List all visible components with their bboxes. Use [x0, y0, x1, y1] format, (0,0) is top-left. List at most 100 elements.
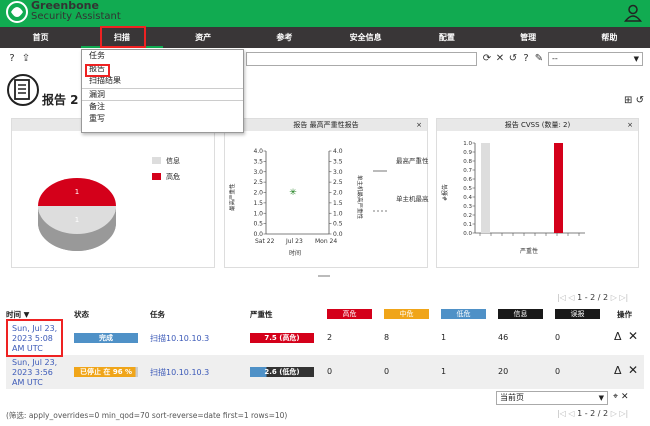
task-link[interactable]: 扫描10.10.10.3	[150, 367, 209, 378]
y-tick: 0.0	[463, 231, 472, 237]
panel-header: 报告 CVSS (数量: 2) ×	[437, 119, 638, 131]
nav-item-administration[interactable]: 管理	[488, 27, 569, 48]
column-header-log[interactable]: 信息	[498, 309, 543, 319]
last-page-icon[interactable]: ▷|	[619, 293, 628, 302]
nav-item-assets[interactable]: 资产	[163, 27, 244, 48]
y-tick-right: 3.0	[333, 169, 343, 176]
legend-label-max-host-severity: 单主机最高严重性	[396, 194, 429, 203]
delete-icon[interactable]: ✕	[628, 329, 638, 343]
user-icon[interactable]	[624, 4, 642, 22]
nav-item-secinfo[interactable]: 安全信息	[325, 27, 406, 48]
last-page-icon[interactable]: ▷|	[619, 409, 628, 418]
y-tick-right: 2.0	[333, 190, 343, 197]
delta-icon[interactable]: Δ	[614, 364, 622, 377]
menu-item-tasks[interactable]: 任务	[82, 50, 243, 63]
y-tick: 0.6	[463, 177, 472, 183]
panel-title: 报告 CVSS (数量: 2)	[504, 121, 571, 129]
y-axis-label-left: 最高严重性	[228, 183, 236, 211]
reset-dashboard-icon[interactable]: ↺	[636, 95, 644, 106]
nav-item-help[interactable]: 帮助	[569, 27, 650, 48]
brand: Greenbone Security Assistant	[31, 0, 121, 22]
count-low: 1	[441, 333, 447, 342]
next-page-icon[interactable]: ▷	[611, 409, 617, 418]
count-false-positive: 0	[555, 367, 561, 376]
app-header: Greenbone Security Assistant	[0, 0, 650, 27]
pie-chart: 1 1 信息 高危	[38, 156, 180, 251]
y-tick-left: 3.5	[253, 158, 263, 165]
first-page-icon[interactable]: |◁	[557, 293, 566, 302]
refresh-filter-icon[interactable]: ⟳	[481, 53, 493, 65]
nav-item-resilience[interactable]: 参考	[244, 27, 325, 48]
column-header-high[interactable]: 高危	[327, 309, 372, 319]
delete-icon[interactable]: ✕	[628, 363, 638, 377]
column-header-low[interactable]: 低危	[441, 309, 486, 319]
count-high: 2	[327, 333, 333, 342]
edit-filter-icon[interactable]: ✎	[533, 53, 545, 65]
close-icon[interactable]: ×	[416, 119, 422, 131]
menu-item-vulnerabilities[interactable]: 漏洞	[82, 87, 243, 101]
page-title: 报告 2	[42, 93, 79, 107]
menu-item-notes[interactable]: 备注	[82, 100, 243, 113]
y-axis-label: #报告	[441, 184, 449, 201]
filter-help-icon[interactable]: ?	[520, 53, 532, 65]
column-header-actions: 操作	[617, 310, 632, 319]
severity-bar: 7.5 (高危)	[250, 333, 314, 343]
y-tick-left: 4.0	[253, 148, 263, 155]
column-header-medium[interactable]: 中危	[384, 309, 429, 319]
task-link[interactable]: 扫描10.10.10.3	[150, 333, 209, 344]
legend-swatch-log	[152, 157, 161, 164]
upload-icon[interactable]: ⇪	[20, 53, 32, 65]
nav-item-configuration[interactable]: 配置	[406, 27, 487, 48]
y-tick: 0.5	[463, 186, 472, 192]
clear-filter-icon[interactable]: ✕	[494, 53, 506, 65]
legend-swatch-high	[152, 173, 161, 180]
y-tick: 0.4	[463, 195, 472, 201]
help-icon[interactable]: ?	[6, 53, 18, 65]
legend-label-max-severity: 最高严重性	[396, 156, 429, 165]
pie-label-log: 1	[75, 216, 79, 224]
report-date-link[interactable]: Sun, Jul 23, 2023 3:56 AM UTC	[12, 358, 67, 388]
column-header-severity[interactable]: 严重性	[250, 309, 273, 320]
next-page-icon[interactable]: ▷	[611, 293, 617, 302]
page-count: 1 - 2 / 2	[577, 293, 609, 302]
chevron-down-icon: ▼	[598, 394, 604, 402]
delete-icon[interactable]: ✕	[621, 392, 629, 402]
pagination-bottom: |◁ ◁ 1 - 2 / 2 ▷ ▷|	[557, 409, 628, 418]
dashboard-resize-handle[interactable]	[318, 275, 330, 277]
filter-select[interactable]: -- ▼	[548, 52, 643, 66]
reset-filter-icon[interactable]: ↺	[507, 53, 519, 65]
y-tick-left: 2.5	[253, 179, 263, 186]
add-dashboard-icon[interactable]: ⊞	[624, 95, 632, 106]
title-tools: ⊞ ↺	[624, 95, 644, 106]
y-tick: 0.3	[463, 204, 472, 210]
y-tick: 0.9	[463, 150, 472, 156]
panel-report-pie: 报告 × 1 1 信息 高危	[11, 118, 215, 268]
filter-input[interactable]	[246, 52, 477, 66]
delta-icon[interactable]: Δ	[614, 330, 622, 343]
bulk-icons: ⌖ ✕	[613, 392, 629, 402]
y-tick-right: 2.5	[333, 179, 343, 186]
column-header-false-positive[interactable]: 误报	[555, 309, 600, 319]
legend-label-log: 信息	[166, 156, 180, 165]
column-header-status[interactable]: 状态	[74, 309, 89, 320]
nav-item-home[interactable]: 首页	[0, 27, 81, 48]
prev-page-icon[interactable]: ◁	[568, 409, 574, 418]
menu-item-overrides[interactable]: 重写	[82, 113, 243, 126]
close-icon[interactable]: ×	[627, 119, 633, 131]
count-log: 20	[498, 367, 509, 376]
bulk-action-select[interactable]: 当前页 ▼	[496, 391, 608, 405]
prev-page-icon[interactable]: ◁	[568, 293, 574, 302]
y-tick-right: 1.5	[333, 200, 343, 207]
y-tick: 0.2	[463, 213, 472, 219]
column-header-task[interactable]: 任务	[150, 309, 165, 320]
tag-icon[interactable]: ⌖	[613, 392, 618, 402]
status-progress-bar: 完成	[74, 333, 138, 343]
x-axis-label: 时间	[289, 249, 301, 257]
data-point-marker: ✳	[289, 188, 297, 198]
y-tick-right: 0.0	[333, 231, 343, 238]
y-tick: 0.7	[463, 168, 472, 174]
count-low: 1	[441, 367, 447, 376]
first-page-icon[interactable]: |◁	[557, 409, 566, 418]
panel-report-severity-trend: 报告 最高严重性报告 × 4.0 3.5 3.0 2.5 2.0 1.5 1.0 0.5 0.0…	[224, 118, 429, 268]
count-medium: 0	[384, 367, 390, 376]
